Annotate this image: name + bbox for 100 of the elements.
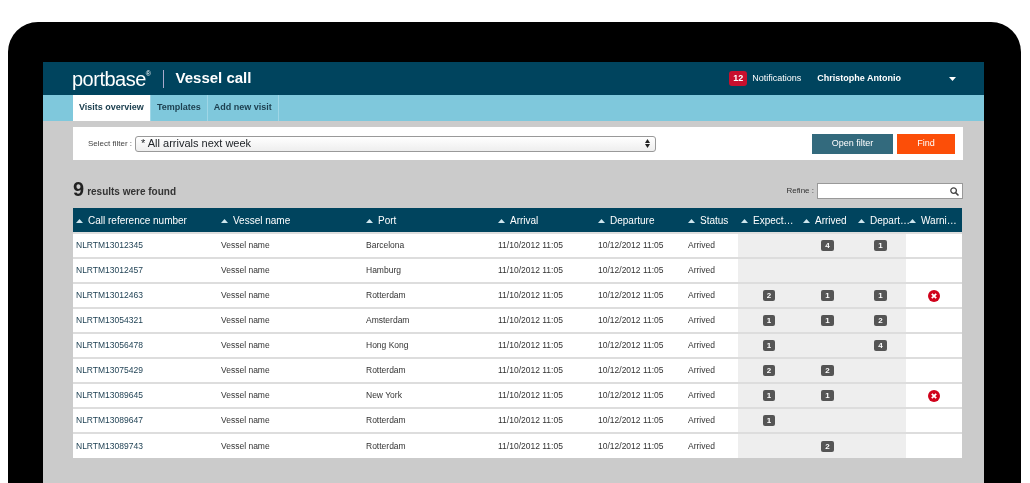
table-cell: Vessel name bbox=[218, 383, 363, 408]
count-badge: 1 bbox=[762, 415, 776, 427]
app-title: Vessel call bbox=[175, 68, 252, 89]
table-cell: Amsterdam bbox=[363, 308, 495, 333]
table-cell: Vessel name bbox=[218, 233, 363, 258]
table-cell: 10/12/2012 11:05 bbox=[595, 433, 685, 458]
count-badge: 4 bbox=[821, 240, 834, 252]
table-cell: 10/12/2012 11:05 bbox=[595, 283, 685, 308]
table-cell: Barcelona bbox=[363, 233, 495, 258]
table-cell: NLRTM13089645 bbox=[73, 383, 218, 408]
table-cell: New York bbox=[363, 383, 495, 408]
table-cell: 11/10/2012 11:05 bbox=[495, 308, 595, 333]
table-cell: Hong Kong bbox=[363, 333, 495, 358]
table-cell: Arrived bbox=[685, 283, 738, 308]
table-cell: 11/10/2012 11:05 bbox=[495, 408, 595, 433]
spinner-arrows-icon bbox=[645, 139, 650, 148]
table-cell: 10/12/2012 11:05 bbox=[595, 308, 685, 333]
filter-dropdown[interactable]: * All arrivals next week bbox=[135, 135, 656, 152]
refine-label: Refine : bbox=[786, 185, 814, 197]
sort-arrow-icon bbox=[76, 218, 83, 223]
count-badge: 2 bbox=[821, 365, 834, 377]
column-header[interactable]: Departure bbox=[595, 208, 685, 233]
table-cell: Arrived bbox=[685, 233, 738, 258]
search-icon bbox=[950, 186, 959, 196]
table-cell: Arrived bbox=[685, 383, 738, 408]
count-badge: 1 bbox=[821, 290, 834, 302]
count-badge: 1 bbox=[874, 290, 887, 302]
filter-label: Select filter : bbox=[88, 137, 132, 150]
open-filter-button[interactable]: Open filter bbox=[812, 133, 893, 154]
table-cell: 11/10/2012 11:05 bbox=[495, 258, 595, 283]
notification-count: 12 bbox=[729, 70, 748, 87]
column-header[interactable]: Arrived bbox=[800, 208, 855, 233]
table-cell: 10/12/2012 11:05 bbox=[595, 408, 685, 433]
column-header[interactable]: Call reference number bbox=[73, 208, 218, 233]
logo[interactable]: portbase$^{®}$ bbox=[72, 68, 151, 89]
count-badge: 1 bbox=[821, 315, 834, 327]
table-cell: NLRTM13075429 bbox=[73, 358, 218, 383]
sort-arrow-icon bbox=[858, 218, 865, 223]
table-cell: Vessel name bbox=[218, 358, 363, 383]
table-cell: Arrived bbox=[685, 258, 738, 283]
table-cell: 11/10/2012 11:05 bbox=[495, 333, 595, 358]
table-cell: 10/12/2012 11:05 bbox=[595, 383, 685, 408]
count-badge: 2 bbox=[762, 365, 776, 377]
column-header[interactable]: Arrival bbox=[495, 208, 595, 233]
sort-arrow-icon bbox=[598, 218, 605, 223]
table-cell: Hamburg bbox=[363, 258, 495, 283]
sort-arrow-icon bbox=[803, 218, 810, 223]
sort-arrow-icon bbox=[909, 218, 916, 223]
table-cell: NLRTM13089647 bbox=[73, 408, 218, 433]
table-cell: 11/10/2012 11:05 bbox=[495, 358, 595, 383]
table-cell: Arrived bbox=[685, 408, 738, 433]
results-count: 9 bbox=[73, 179, 85, 199]
count-badge: 2 bbox=[874, 315, 887, 327]
column-header[interactable]: Status bbox=[685, 208, 738, 233]
table-cell: 11/10/2012 11:05 bbox=[495, 383, 595, 408]
table-cell: Vessel name bbox=[218, 258, 363, 283]
count-badge: 1 bbox=[874, 240, 887, 252]
tab[interactable]: Templates bbox=[150, 95, 208, 121]
table-cell: Rotterdam bbox=[363, 283, 495, 308]
table-cell: NLRTM13054321 bbox=[73, 308, 218, 333]
sort-arrow-icon bbox=[221, 218, 228, 223]
table-cell: Arrived bbox=[685, 433, 738, 458]
count-badge: 1 bbox=[762, 340, 776, 352]
results-text: results were found bbox=[87, 185, 177, 199]
table-cell: 11/10/2012 11:05 bbox=[495, 233, 595, 258]
table-cell: 10/12/2012 11:05 bbox=[595, 333, 685, 358]
tab[interactable]: Visits overview bbox=[73, 95, 151, 121]
sort-arrow-icon bbox=[498, 218, 505, 223]
sort-arrow-icon bbox=[688, 218, 695, 223]
count-badge: 2 bbox=[762, 290, 776, 302]
count-badge: 1 bbox=[762, 390, 776, 402]
count-badge: 1 bbox=[821, 390, 834, 402]
column-header[interactable]: Expect… bbox=[738, 208, 800, 233]
table-cell: Vessel name bbox=[218, 408, 363, 433]
table-cell: Vessel name bbox=[218, 308, 363, 333]
table-cell: Vessel name bbox=[218, 283, 363, 308]
table-cell: Vessel name bbox=[218, 433, 363, 458]
table-cell: 11/10/2012 11:05 bbox=[495, 433, 595, 458]
column-header[interactable]: Port bbox=[363, 208, 495, 233]
user-menu[interactable]: Christophe Antonio bbox=[817, 71, 901, 86]
tab[interactable]: Add new visit bbox=[207, 95, 279, 121]
table-cell: Rotterdam bbox=[363, 433, 495, 458]
refine-field[interactable] bbox=[817, 183, 963, 199]
table-cell: Rotterdam bbox=[363, 358, 495, 383]
caret-icon[interactable] bbox=[949, 76, 956, 81]
notifications-link[interactable]: Notifications bbox=[752, 71, 802, 86]
table-cell: Arrived bbox=[685, 308, 738, 333]
table-cell: NLRTM13089743 bbox=[73, 433, 218, 458]
table-cell: Arrived bbox=[685, 333, 738, 358]
table-cell: 10/12/2012 11:05 bbox=[595, 358, 685, 383]
column-header[interactable]: Vessel name bbox=[218, 208, 363, 233]
table-cell: 11/10/2012 11:05 bbox=[495, 283, 595, 308]
table-cell: NLRTM13012457 bbox=[73, 258, 218, 283]
sort-arrow-icon bbox=[741, 218, 748, 223]
table-cell: Arrived bbox=[685, 358, 738, 383]
table-cell: NLRTM13012463 bbox=[73, 283, 218, 308]
table-cell: 10/12/2012 11:05 bbox=[595, 233, 685, 258]
count-badge: 1 bbox=[762, 315, 776, 327]
count-badge: 2 bbox=[821, 440, 834, 452]
table-cell: NLRTM13056478 bbox=[73, 333, 218, 358]
